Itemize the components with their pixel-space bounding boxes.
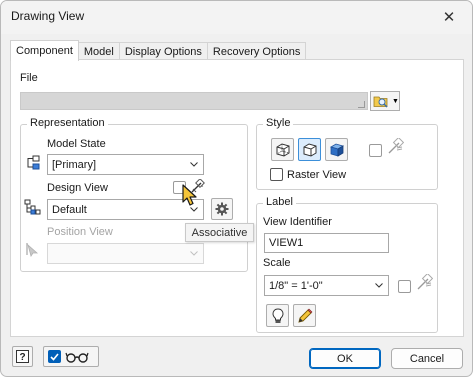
hidden-line-removed-style-button[interactable]	[298, 138, 321, 161]
open-file-button[interactable]: ▼	[370, 91, 400, 111]
hidden-line-style-button[interactable]	[271, 138, 294, 161]
raster-view-label: Raster View	[287, 169, 347, 181]
tab-recovery-options[interactable]: Recovery Options	[206, 42, 307, 60]
gear-icon	[215, 202, 229, 216]
file-path-field[interactable]	[20, 92, 368, 110]
help-icon: ?	[16, 350, 29, 363]
preview-checkbox[interactable]	[48, 350, 61, 363]
representation-group-title: Representation	[27, 117, 108, 129]
model-state-label: Model State	[47, 138, 106, 150]
component-tab-page: File ▼ Representation Model State [Prima…	[10, 59, 464, 337]
tab-strip: Component Model Display Options Recovery…	[10, 40, 307, 61]
design-view-settings-button[interactable]	[211, 198, 233, 220]
scale-value: 1/8" = 1'-0"	[269, 279, 323, 292]
tab-model[interactable]: Model	[77, 42, 120, 60]
scale-from-base-checkbox[interactable]	[398, 280, 411, 293]
associative-tooltip: Associative	[185, 223, 254, 242]
glasses-icon	[65, 351, 89, 363]
design-view-icon	[24, 199, 42, 215]
design-view-value: Default	[52, 203, 87, 216]
shaded-cube-icon	[329, 142, 345, 158]
model-state-icon	[25, 155, 41, 171]
open-folder-icon	[373, 94, 389, 108]
svg-text:?: ?	[19, 352, 25, 363]
file-label: File	[20, 72, 38, 84]
tab-display-options[interactable]: Display Options	[118, 42, 208, 60]
position-view-label: Position View	[47, 226, 113, 238]
style-group-title: Style	[263, 117, 294, 129]
hidden-line-cube-icon	[275, 142, 291, 158]
edit-view-label-button[interactable]	[293, 304, 316, 327]
view-identifier-label: View Identifier	[263, 216, 332, 228]
raster-view-checkbox[interactable]	[270, 168, 283, 181]
design-view-label: Design View	[47, 182, 108, 194]
help-button[interactable]: ?	[12, 346, 33, 367]
hidden-line-removed-cube-icon	[302, 142, 318, 158]
drawing-view-dialog: Drawing View ✕ Component Model Display O…	[0, 0, 473, 377]
design-view-select[interactable]: Default	[47, 199, 204, 220]
cancel-button[interactable]: Cancel	[391, 348, 463, 369]
pencil-icon	[297, 308, 313, 324]
scale-label: Scale	[263, 257, 291, 269]
mouse-pointer-icon	[182, 184, 198, 208]
scale-select[interactable]: 1/8" = 1'-0"	[264, 275, 389, 296]
dropdown-arrow-icon: ▼	[392, 97, 399, 105]
ok-button[interactable]: OK	[309, 348, 381, 369]
resize-grip-icon	[358, 101, 365, 108]
chevron-down-icon	[375, 281, 383, 289]
window-title: Drawing View	[11, 9, 85, 23]
title-bar: Drawing View ✕	[1, 1, 472, 34]
toggle-label-visibility-button[interactable]	[266, 304, 289, 327]
lightbulb-icon	[271, 307, 285, 324]
view-identifier-input[interactable]: VIEW1	[264, 233, 389, 253]
style-from-base-icon	[386, 138, 404, 156]
position-view-icon	[25, 241, 41, 257]
style-from-base-checkbox[interactable]	[369, 144, 382, 157]
shaded-style-button[interactable]	[325, 138, 348, 161]
chevron-down-icon	[190, 160, 198, 168]
position-view-select[interactable]	[47, 243, 204, 264]
label-group-title: Label	[263, 196, 296, 208]
tab-component[interactable]: Component	[10, 40, 79, 61]
model-state-select[interactable]: [Primary]	[47, 154, 204, 175]
close-button[interactable]: ✕	[426, 1, 472, 33]
scale-from-base-icon	[415, 274, 433, 292]
view-identifier-value: VIEW1	[269, 237, 304, 249]
model-state-value: [Primary]	[52, 158, 96, 171]
chevron-down-icon	[190, 249, 198, 257]
preview-toggle-button[interactable]	[43, 346, 99, 367]
